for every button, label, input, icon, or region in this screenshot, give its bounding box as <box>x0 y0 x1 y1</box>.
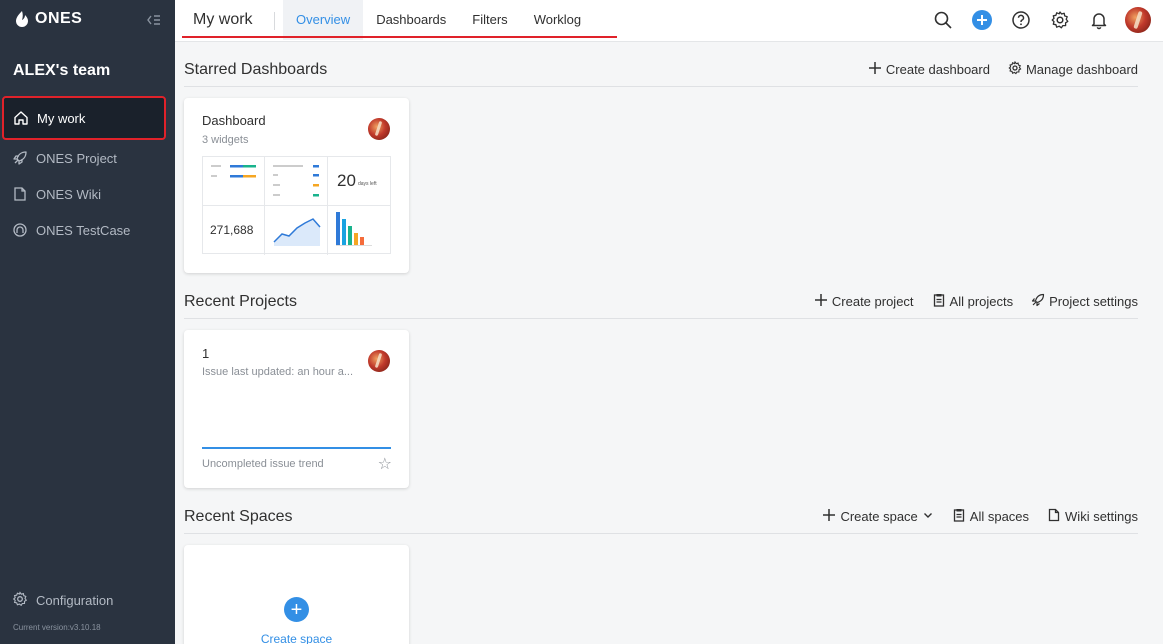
main-content: Starred Dashboards Create dashboard Mana… <box>175 42 1163 644</box>
wiki-settings-button[interactable]: Wiki settings <box>1047 508 1138 525</box>
action-label: Create dashboard <box>885 62 990 77</box>
settings-icon[interactable] <box>1047 6 1073 34</box>
sidebar: ONES ALEX's team My work ONES Project ON… <box>0 0 175 644</box>
sidebar-item-label: ONES Wiki <box>36 186 101 202</box>
gear-icon <box>12 591 28 610</box>
project-settings-button[interactable]: Project settings <box>1031 293 1138 310</box>
action-label: Create project <box>831 294 914 309</box>
sidebar-item-ones-project[interactable]: ONES Project <box>0 140 175 176</box>
issue-trend-line <box>202 447 391 449</box>
document-icon <box>1047 508 1061 525</box>
create-space-button[interactable]: Create space <box>822 508 933 525</box>
search-icon[interactable] <box>930 6 956 34</box>
sidebar-item-label: My work <box>37 110 86 126</box>
create-project-button[interactable]: Create project <box>814 293 914 310</box>
add-icon[interactable] <box>969 6 995 34</box>
section-title: Recent Spaces <box>184 508 293 525</box>
rocket-icon <box>1031 293 1045 310</box>
sidebar-item-label: ONES TestCase <box>36 222 131 238</box>
all-spaces-button[interactable]: All spaces <box>952 508 1029 525</box>
plus-icon <box>868 61 882 78</box>
team-name[interactable]: ALEX's team <box>13 62 110 80</box>
title-divider <box>274 12 275 30</box>
top-toolbar <box>930 6 1151 34</box>
star-icon[interactable]: ☆ <box>378 454 392 474</box>
version-text: Current version:v3.10.18 <box>13 623 101 632</box>
logo-text: ONES <box>35 10 83 27</box>
clipboard-icon <box>932 293 946 310</box>
owner-avatar <box>368 350 390 372</box>
action-label: Create space <box>840 509 918 524</box>
sidebar-item-my-work[interactable]: My work <box>2 96 166 140</box>
owner-avatar <box>368 118 390 140</box>
rocket-icon <box>12 150 28 166</box>
section-title: Recent Projects <box>184 293 297 310</box>
manage-dashboard-button[interactable]: Manage dashboard <box>1008 60 1138 78</box>
tab-bar: Overview Dashboards Filters Worklog <box>283 0 594 40</box>
widget-number-value: 271,688 <box>210 223 254 237</box>
user-avatar[interactable] <box>1125 7 1151 33</box>
recent-projects-header: Recent Projects Create project All proje… <box>184 287 1138 319</box>
ones-logo[interactable]: ONES <box>14 10 82 28</box>
starred-actions: Create dashboard Manage dashboard <box>868 60 1138 78</box>
sidebar-nav: My work ONES Project ONES Wiki ONES Test… <box>0 96 175 248</box>
projects-actions: Create project All projects Project sett… <box>814 293 1138 310</box>
bell-icon[interactable] <box>1086 6 1112 34</box>
page-title: My work <box>193 11 253 28</box>
widget-note: days left <box>358 181 377 187</box>
dashboard-name: Dashboard <box>202 113 266 128</box>
action-label: Manage dashboard <box>1025 62 1138 77</box>
starred-dashboards-header: Starred Dashboards Create dashboard Mana… <box>184 55 1138 87</box>
document-icon <box>12 186 28 202</box>
tabs-highlight-underline <box>182 36 617 38</box>
sidebar-item-label: ONES Project <box>36 150 117 166</box>
widget-number-preview: 271,688 <box>203 206 265 255</box>
create-space-label[interactable]: Create space <box>184 632 409 644</box>
configuration-link[interactable]: Configuration <box>12 591 113 610</box>
create-space-card[interactable]: + Create space <box>184 545 409 644</box>
recent-spaces-header: Recent Spaces Create space All spaces Wi… <box>184 502 1138 534</box>
testcase-icon <box>12 222 28 238</box>
create-dashboard-button[interactable]: Create dashboard <box>868 61 990 78</box>
widget-counter-preview: 20 days left <box>328 157 390 206</box>
clipboard-icon <box>952 508 966 525</box>
add-space-icon[interactable]: + <box>284 597 309 622</box>
widget-bars-preview <box>265 157 328 206</box>
tab-worklog[interactable]: Worklog <box>521 0 594 40</box>
widget-area-chart-preview <box>265 206 328 255</box>
widget-preview-grid: 20 days left 271,688 <box>202 156 391 255</box>
widget-count-value: 20 <box>337 171 356 190</box>
spaces-actions: Create space All spaces Wiki settings <box>822 508 1138 525</box>
collapse-sidebar-icon[interactable] <box>146 12 162 28</box>
widget-bar-chart-preview <box>328 206 390 255</box>
section-title: Starred Dashboards <box>184 61 328 78</box>
tab-filters[interactable]: Filters <box>459 0 520 40</box>
tab-dashboards[interactable]: Dashboards <box>363 0 459 40</box>
help-icon[interactable] <box>1008 6 1034 34</box>
project-card[interactable]: 1 Issue last updated: an hour a... Uncom… <box>184 330 409 488</box>
sidebar-item-ones-testcase[interactable]: ONES TestCase <box>0 212 175 248</box>
action-label: Wiki settings <box>1065 509 1138 524</box>
action-label: All spaces <box>969 509 1030 524</box>
project-last-updated: Issue last updated: an hour a... <box>202 366 354 378</box>
gear-icon <box>1008 60 1022 78</box>
top-bar: My work Overview Dashboards Filters Work… <box>175 0 1163 42</box>
home-icon <box>13 110 29 126</box>
widget-list-preview <box>203 157 265 206</box>
project-name: 1 <box>202 346 210 361</box>
action-label: All projects <box>949 294 1014 309</box>
dashboard-card[interactable]: Dashboard 3 widgets 20 days left 271,688 <box>184 98 409 273</box>
trend-label: Uncompleted issue trend <box>202 458 324 470</box>
dashboard-widget-count: 3 widgets <box>202 134 249 146</box>
tab-overview[interactable]: Overview <box>283 0 364 40</box>
configuration-label: Configuration <box>36 593 114 608</box>
plus-icon <box>822 508 836 525</box>
all-projects-button[interactable]: All projects <box>932 293 1014 310</box>
ones-logo-icon <box>16 11 28 27</box>
plus-icon <box>814 293 828 310</box>
sidebar-item-ones-wiki[interactable]: ONES Wiki <box>0 176 175 212</box>
chevron-down-icon <box>922 509 934 524</box>
action-label: Project settings <box>1049 294 1138 309</box>
